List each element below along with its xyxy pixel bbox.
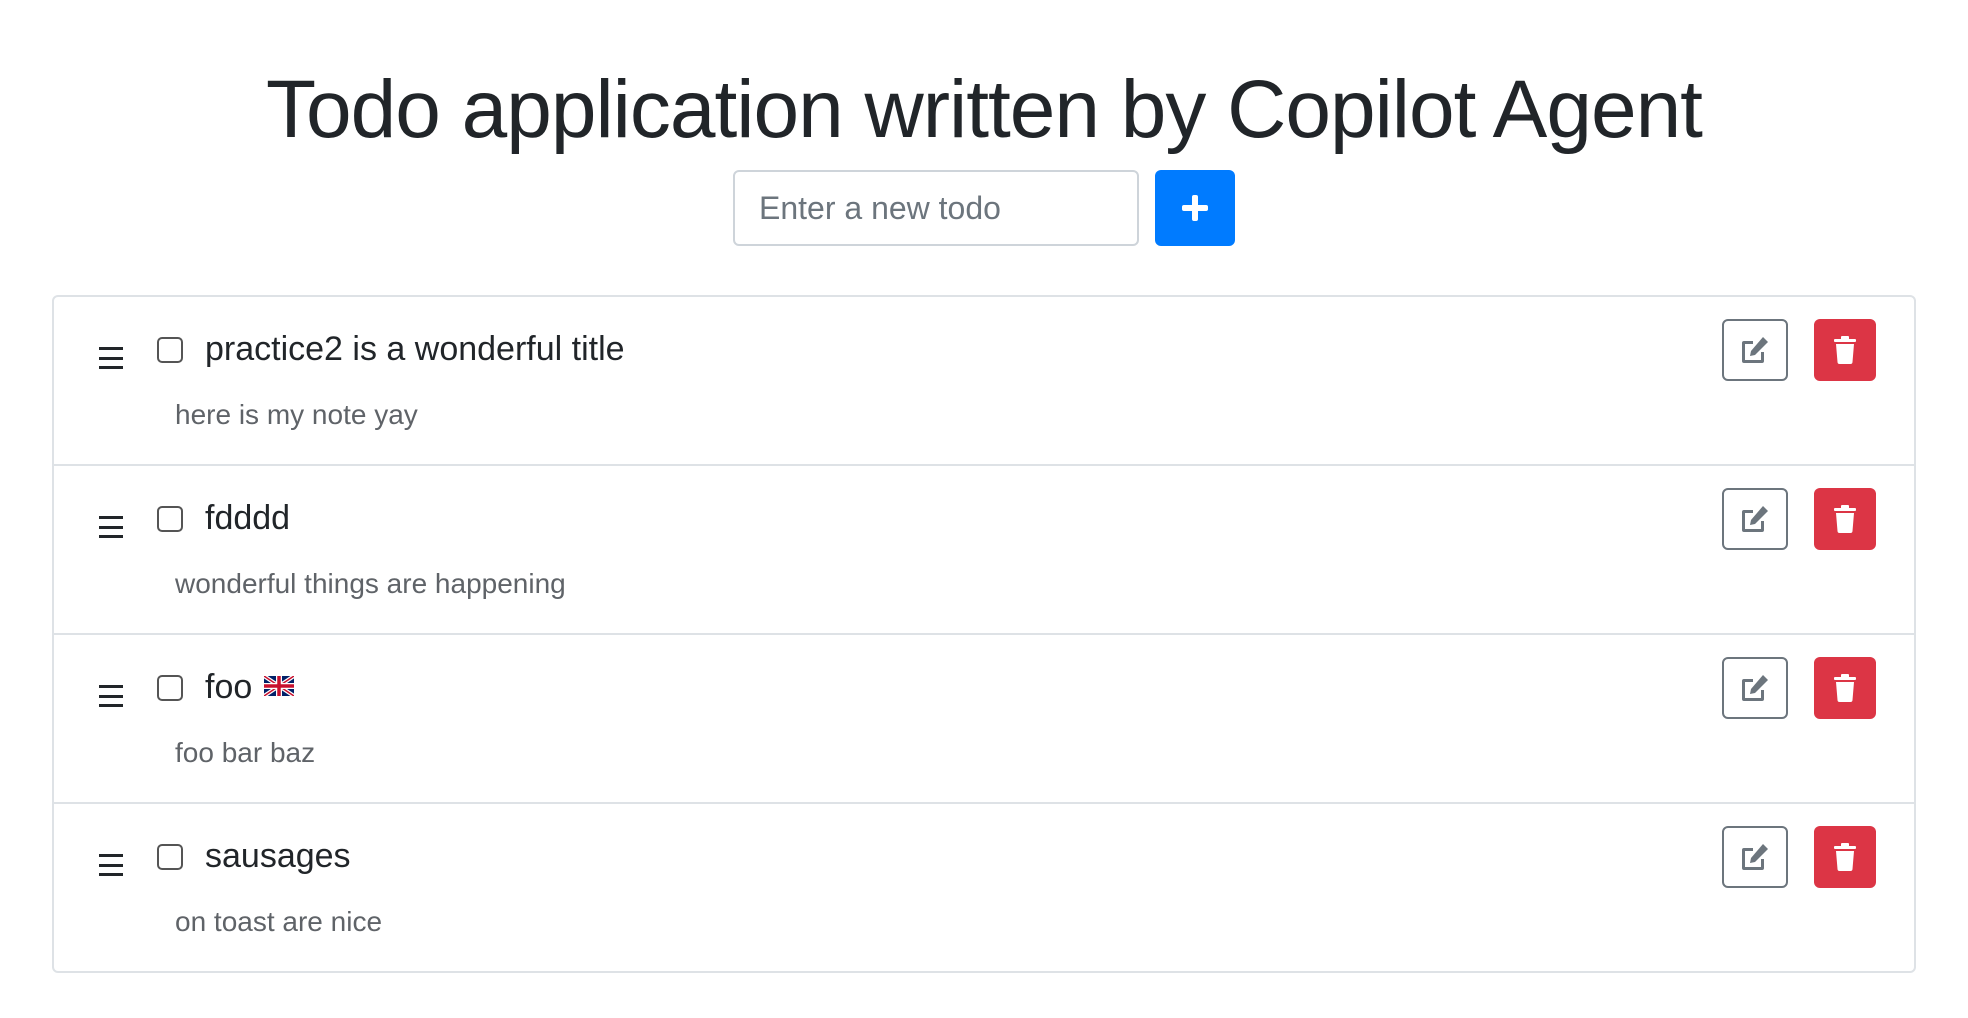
todo-title: practice2 is a wonderful title [205, 327, 625, 371]
todo-note: wonderful things are happening [175, 568, 566, 599]
edit-icon [1742, 675, 1768, 701]
delete-button[interactable] [1814, 319, 1876, 381]
todo-title-text: sausages [205, 837, 351, 875]
edit-icon [1742, 844, 1768, 870]
trash-icon [1834, 336, 1856, 364]
edit-button[interactable] [1722, 826, 1788, 888]
todo-list: practice2 is a wonderful title here is m… [52, 295, 1916, 973]
todo-item: practice2 is a wonderful title here is m… [54, 297, 1914, 466]
todo-title: sausages [205, 834, 351, 878]
add-todo-form [733, 170, 1235, 246]
drag-handle-icon[interactable] [99, 854, 123, 876]
edit-icon [1742, 506, 1768, 532]
todo-title-text: practice2 is a wonderful title [205, 330, 625, 368]
todo-complete-checkbox[interactable] [157, 337, 183, 363]
trash-icon [1834, 505, 1856, 533]
todo-item: fdddd wonderful things are happening [54, 466, 1914, 635]
trash-icon [1834, 843, 1856, 871]
todo-complete-checkbox[interactable] [157, 675, 183, 701]
drag-handle-icon[interactable] [99, 685, 123, 707]
todo-title-text: fdddd [205, 499, 291, 537]
todo-item: sausages on toast are nice [54, 804, 1914, 971]
todo-app: Todo application written by Copilot Agen… [0, 0, 1968, 1018]
plus-icon [1182, 195, 1208, 221]
todo-note: foo bar baz [175, 737, 316, 768]
edit-icon [1742, 337, 1768, 363]
todo-note: here is my note yay [175, 399, 418, 430]
new-todo-input[interactable] [733, 170, 1139, 246]
edit-button[interactable] [1722, 657, 1788, 719]
todo-complete-checkbox[interactable] [157, 844, 183, 870]
delete-button[interactable] [1814, 488, 1876, 550]
add-todo-button[interactable] [1155, 170, 1235, 246]
todo-title-text: foo [205, 668, 253, 706]
edit-button[interactable] [1722, 319, 1788, 381]
todo-note: on toast are nice [175, 906, 383, 937]
todo-item: foo foo bar baz [54, 635, 1914, 804]
todo-title: foo [205, 665, 295, 709]
uk-flag-icon [264, 676, 295, 697]
edit-button[interactable] [1722, 488, 1788, 550]
trash-icon [1834, 674, 1856, 702]
page-title: Todo application written by Copilot Agen… [266, 64, 1703, 155]
delete-button[interactable] [1814, 826, 1876, 888]
drag-handle-icon[interactable] [99, 516, 123, 538]
todo-title: fdddd [205, 496, 290, 540]
drag-handle-icon[interactable] [99, 347, 123, 369]
delete-button[interactable] [1814, 657, 1876, 719]
todo-complete-checkbox[interactable] [157, 506, 183, 532]
